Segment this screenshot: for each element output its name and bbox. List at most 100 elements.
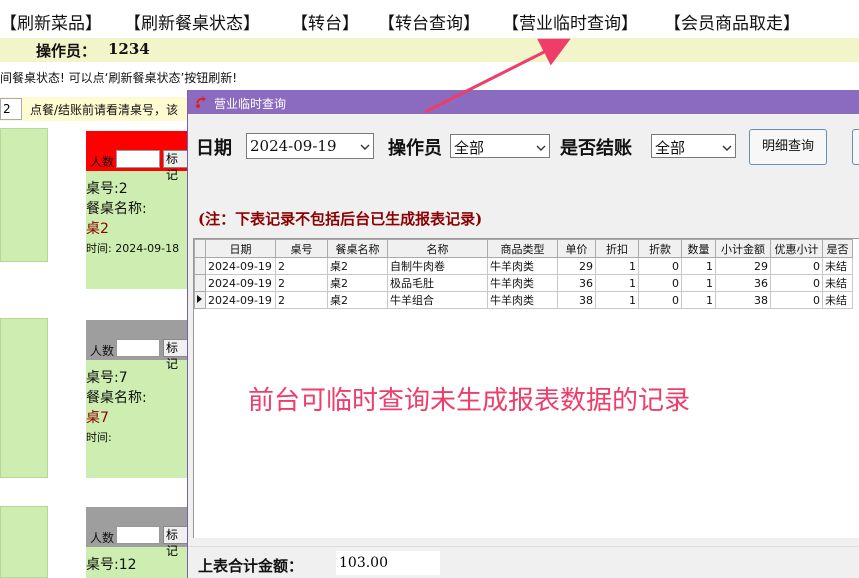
operator-label: 操作员： [36,42,97,60]
top-menu-bar: 【刷新菜品】 【刷新餐桌状态】 【转台】 【转台查询】 【营业临时查询】 【会员… [0,0,859,38]
table-number: 桌号:7 [86,370,128,386]
column-header[interactable]: 优惠小计 [770,239,823,258]
annotation-text: 前台可临时查询未生成报表数据的记录 [248,386,691,416]
table-time: 时间: [86,431,112,444]
table-cell: 桌2 [327,291,388,309]
table-cell: 1 [595,257,639,275]
table-cell: 36 [715,274,771,292]
column-header[interactable]: 是否 [822,239,853,258]
secondary-button[interactable] [852,129,859,165]
detail-query-button[interactable]: 明细查询 [749,129,827,165]
app-icon [196,96,206,108]
menu-transfer-table[interactable]: 【转台】 [291,9,359,34]
table-card-partial[interactable] [0,318,48,478]
column-header[interactable]: 商品类型 [487,239,558,258]
row-indicator-header [194,239,206,258]
table-cell: 36 [557,274,596,292]
people-label: 人数 [90,344,115,358]
table-cell: 0 [770,257,823,275]
settled-select-value: 全部 [655,139,686,157]
table-cell: 0 [638,274,682,292]
table-time: 时间: 2024-09-18 [86,242,180,255]
table-number-input[interactable]: 2 [0,98,22,120]
row-indicator [194,274,206,292]
people-input[interactable] [116,526,160,544]
table-card-header: 人数 标记 [86,507,190,558]
date-value: 2024-09-19 [250,137,337,155]
table-card[interactable]: 人数 标记 桌号:12 [86,507,190,578]
table-cell: 牛羊组合 [387,291,488,309]
column-header[interactable]: 日期 [205,239,276,258]
date-picker[interactable]: 2024-09-19 [246,133,374,159]
people-input[interactable] [116,339,160,357]
table-cell: 38 [715,291,771,309]
column-header[interactable]: 单价 [557,239,596,258]
column-header[interactable]: 名称 [387,239,488,258]
operator-select-value: 全部 [454,139,485,157]
chevron-down-icon [360,144,370,150]
operator-select[interactable]: 全部 [450,134,550,158]
operator-filter-label: 操作员 [388,138,442,159]
chevron-down-icon [536,145,546,151]
table-cell: 牛羊肉类 [487,257,558,275]
table-name-label: 餐桌名称: [86,390,147,406]
table-row[interactable]: 2024-09-19 2 桌2 牛羊组合 牛羊肉类 38 1 0 1 38 0 未结 [194,291,853,309]
table-card-header: 人数 标记 [86,131,190,182]
mark-button[interactable]: 标记 [163,339,190,371]
table-card-partial[interactable] [0,128,48,262]
table-cell: 2 [275,291,328,309]
table-cell: 1 [595,291,639,309]
operator-bar: 操作员： 1234 [0,38,859,62]
mark-button[interactable]: 标记 [163,526,190,558]
dialog-body: 日期 2024-09-19 操作员 全部 是否结账 全部 明细查询 (注：下表记… [188,114,859,578]
table-row[interactable]: 2024-09-19 2 桌2 自制牛肉卷 牛羊肉类 29 1 0 1 29 0 未结 [194,257,853,275]
dialog-titlebar[interactable]: 营业临时查询 [188,90,859,114]
column-header[interactable]: 折款 [638,239,682,258]
mark-button[interactable]: 标记 [163,150,190,182]
row-indicator [194,257,206,275]
table-cell: 29 [557,257,596,275]
table-cell: 1 [595,274,639,292]
column-header[interactable]: 折扣 [595,239,639,258]
dialog-title: 营业临时查询 [214,97,287,111]
table-name: 桌7 [86,410,109,426]
temp-query-dialog: 营业临时查询 日期 2024-09-19 操作员 全部 是否结账 全部 明细查询… [187,90,859,578]
table-card[interactable]: 人数 标记 桌号:7 餐桌名称: 桌7 时间: [86,320,190,478]
people-label: 人数 [90,531,115,545]
table-card-partial[interactable] [0,506,48,578]
table-cell: 2 [275,274,328,292]
status-notice: 间餐桌状态! 可以点‘刷新餐桌状态’按钮刷新! [0,71,238,85]
table-cell: 0 [770,274,823,292]
column-header[interactable]: 数量 [681,239,716,258]
table-cell: 1 [681,257,716,275]
total-value: 103.00 [336,551,440,575]
table-card[interactable]: 人数 标记 桌号:2 餐桌名称: 桌2 时间: 2024-09-18 [86,131,190,289]
menu-refresh-table-status[interactable]: 【刷新餐桌状态】 [124,9,260,34]
table-cell: 0 [770,291,823,309]
table-name: 桌2 [86,221,109,237]
table-number: 桌号:12 [86,557,137,573]
menu-refresh-dishes[interactable]: 【刷新菜品】 [0,9,102,34]
table-cell: 2024-09-19 [205,274,276,292]
column-header[interactable]: 小计金额 [715,239,771,258]
menu-temp-business-query[interactable]: 【营业临时查询】 [502,9,638,34]
column-header[interactable]: 桌号 [275,239,328,258]
table-cell: 桌2 [327,274,388,292]
table-cell: 38 [557,291,596,309]
operator-value: 1234 [108,40,150,58]
table-cell: 桌2 [327,257,388,275]
settled-select[interactable]: 全部 [651,134,736,158]
column-header[interactable]: 餐桌名称 [327,239,388,258]
table-row[interactable]: 2024-09-19 2 桌2 极品毛肚 牛羊肉类 36 1 0 1 36 0 未结 [194,274,853,292]
people-label: 人数 [90,155,115,169]
table-number: 桌号:2 [86,181,128,197]
table-cell: 未结 [822,291,853,309]
table-name-label: 餐桌名称: [86,201,147,217]
menu-transfer-query[interactable]: 【转台查询】 [378,9,480,34]
menu-member-goods-pickup[interactable]: 【会员商品取走】 [664,9,800,34]
table-cell: 0 [638,257,682,275]
people-input[interactable] [116,150,160,168]
notice-text: 点餐/结账前请看清桌号，该 [30,103,179,117]
table-cell: 未结 [822,257,853,275]
footer-bar: 上表合计金额： 103.00 [188,546,859,578]
